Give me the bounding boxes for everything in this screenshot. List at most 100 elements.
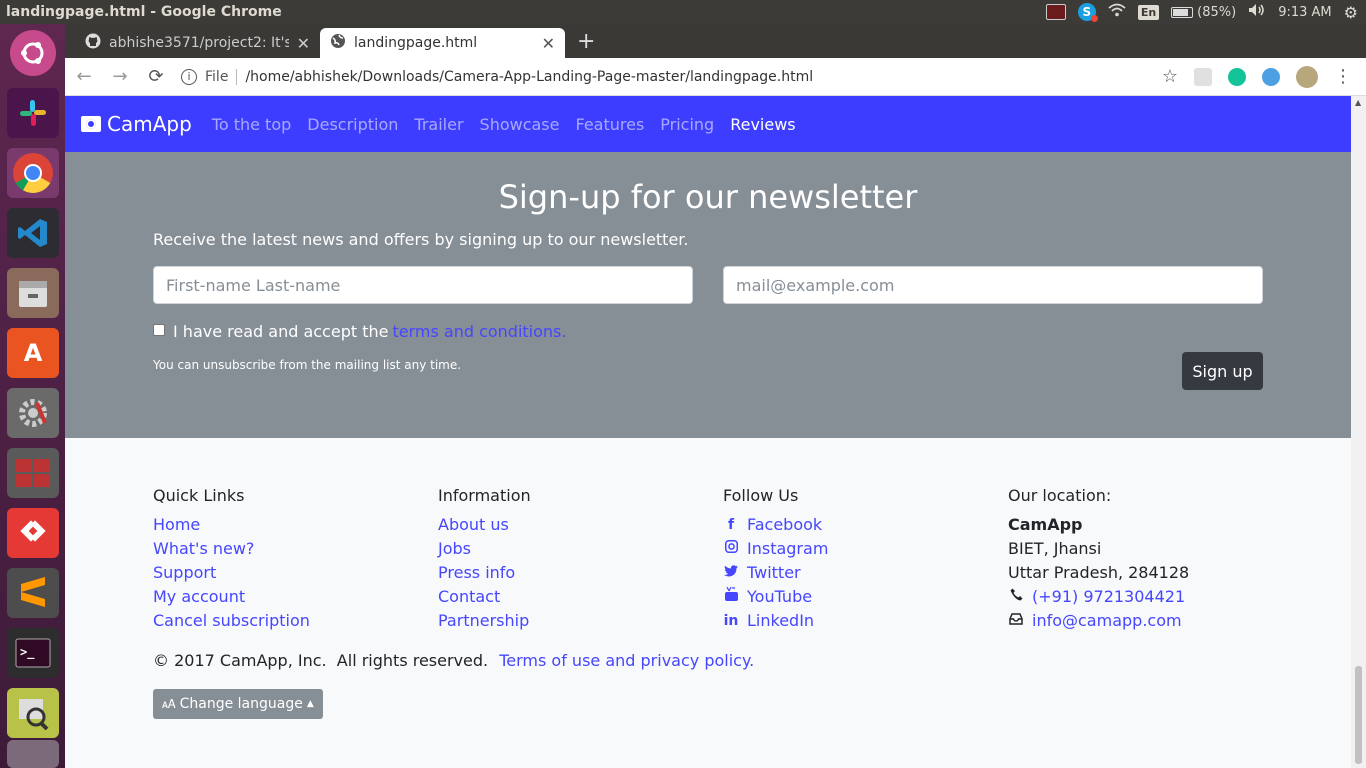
nav-link-reviews[interactable]: Reviews — [730, 115, 795, 134]
volume-icon[interactable] — [1248, 3, 1266, 21]
close-tab-icon[interactable]: ✕ — [297, 34, 310, 53]
address-line-2: Uttar Pradesh, 284128 — [1008, 563, 1190, 582]
back-button[interactable]: ← — [73, 66, 95, 87]
sublime-text-icon[interactable] — [7, 568, 59, 618]
footer-link-about-us[interactable]: About us — [438, 513, 531, 537]
footer-link-support[interactable]: Support — [153, 561, 310, 585]
keyboard-language-indicator[interactable]: En — [1137, 4, 1160, 20]
screen-recorder-icon[interactable] — [1045, 4, 1066, 20]
system-settings-icon[interactable] — [7, 388, 59, 438]
social-link-facebook[interactable]: f Facebook — [723, 513, 828, 537]
facebook-icon: f — [727, 517, 735, 533]
footer-link-cancel-subscription[interactable]: Cancel subscription — [153, 609, 310, 633]
wifi-icon[interactable] — [1108, 3, 1126, 21]
social-link-linkedin[interactable]: in LinkedIn — [723, 609, 828, 633]
forward-button[interactable]: → — [109, 66, 131, 87]
window-title: landingpage.html - Google Chrome — [6, 4, 282, 20]
nav-link-top[interactable]: To the top — [212, 115, 292, 134]
anydesk-icon[interactable] — [7, 508, 59, 558]
menu-kebab-icon[interactable]: ⋮ — [1334, 66, 1352, 87]
instagram-icon — [723, 537, 739, 561]
toolbar-right: ☆ ⋮ — [1162, 65, 1358, 88]
settings-gear-icon[interactable]: ⚙ — [1344, 3, 1358, 22]
globe-icon — [330, 33, 346, 53]
profile-avatar[interactable] — [1296, 65, 1318, 88]
footer-link-contact[interactable]: Contact — [438, 585, 531, 609]
file-manager-icon[interactable] — [7, 268, 59, 318]
clock[interactable]: 9:13 AM — [1278, 5, 1331, 20]
terminal-icon[interactable]: >_ — [7, 628, 59, 678]
footer-link-partnership[interactable]: Partnership — [438, 609, 531, 633]
camera-icon — [81, 116, 101, 132]
chrome-icon[interactable] — [7, 148, 59, 198]
system-top-panel: landingpage.html - Google Chrome S En (8… — [0, 0, 1366, 24]
image-viewer-icon[interactable] — [7, 688, 59, 738]
new-tab-button[interactable]: + — [565, 29, 605, 58]
footer-link-my-account[interactable]: My account — [153, 585, 310, 609]
tab-landingpage[interactable]: landingpage.html ✕ — [320, 28, 565, 58]
software-center-icon[interactable]: A — [7, 328, 59, 378]
url-text[interactable]: /home/abhishek/Downloads/Camera-App-Land… — [245, 69, 813, 85]
scrollbar-thumb[interactable] — [1355, 666, 1362, 764]
youtube-icon — [723, 585, 739, 609]
change-language-button[interactable]: 🗚 Change language ▲ — [153, 689, 323, 719]
browser-toolbar: ← → ⟳ i File /home/abhishek/Downloads/Ca… — [65, 58, 1366, 96]
footer-link-whats-new[interactable]: What's new? — [153, 537, 310, 561]
nav-link-description[interactable]: Description — [307, 115, 398, 134]
close-tab-icon[interactable]: ✕ — [542, 34, 555, 53]
system-tray: S En (85%) 9:13 AM ⚙ — [1045, 3, 1366, 22]
nav-link-trailer[interactable]: Trailer — [414, 115, 463, 134]
footer-link-press-info[interactable]: Press info — [438, 561, 531, 585]
brand[interactable]: CamApp — [81, 112, 192, 136]
address-bar[interactable]: i File /home/abhishek/Downloads/Camera-A… — [181, 68, 1148, 85]
email-link[interactable]: info@camapp.com — [1008, 609, 1189, 633]
address-line-1: BIET, Jhansi — [1008, 539, 1102, 558]
unity-launcher: A >_ — [0, 24, 65, 768]
reload-button[interactable]: ⟳ — [145, 66, 167, 87]
battery-icon — [1171, 6, 1194, 18]
copyright-row: © 2017 CamApp, Inc. All rights reserved.… — [153, 651, 754, 670]
nav-link-showcase[interactable]: Showcase — [480, 115, 560, 134]
bookmark-star-icon[interactable]: ☆ — [1162, 66, 1178, 87]
slack-icon[interactable] — [7, 88, 59, 138]
tab-github[interactable]: abhishe3571/project2: It's ✕ — [75, 28, 320, 58]
location-title: Our location: — [1008, 486, 1112, 505]
grammarly-icon[interactable] — [1228, 67, 1246, 86]
phone-link[interactable]: (+91) 9721304421 — [1008, 585, 1189, 609]
scroll-up-arrow-icon[interactable]: ▲ — [1355, 98, 1361, 107]
information-column: Information About us Jobs Press info Con… — [438, 486, 531, 633]
nav-link-features[interactable]: Features — [575, 115, 644, 134]
footer-link-jobs[interactable]: Jobs — [438, 537, 531, 561]
info-icon[interactable]: i — [181, 68, 197, 85]
page-scrollbar[interactable]: ▲ — [1351, 96, 1366, 768]
social-link-instagram[interactable]: Instagram — [723, 537, 828, 561]
terms-privacy-link[interactable]: Terms of use and privacy policy. — [499, 651, 754, 670]
battery-indicator[interactable]: (85%) — [1171, 5, 1236, 20]
vscode-icon[interactable] — [7, 208, 59, 258]
change-language-label: Change language — [179, 696, 303, 712]
battery-percent: (85%) — [1197, 4, 1237, 20]
ubuntu-dash-icon[interactable] — [10, 30, 56, 76]
caret-up-icon: ▲ — [306, 699, 314, 709]
trash-icon[interactable] — [7, 740, 59, 768]
terms-checkbox-row: I have read and accept the terms and con… — [153, 322, 566, 341]
skype-icon[interactable]: S — [1077, 3, 1098, 22]
social-link-twitter[interactable]: Twitter — [723, 561, 828, 585]
signup-button[interactable]: Sign up — [1182, 352, 1263, 390]
terms-checkbox[interactable] — [153, 323, 165, 336]
extension-icon[interactable] — [1262, 67, 1280, 86]
linkedin-icon: in — [723, 613, 739, 629]
unsubscribe-note: You can unsubscribe from the mailing lis… — [153, 358, 462, 372]
newsletter-section: Sign-up for our newsletter Receive the l… — [65, 152, 1351, 438]
github-icon — [85, 33, 101, 53]
social-link-youtube[interactable]: YouTube — [723, 585, 828, 609]
terms-link[interactable]: terms and conditions. — [392, 322, 566, 341]
nav-link-pricing[interactable]: Pricing — [660, 115, 714, 134]
svg-text:>_: >_ — [20, 645, 35, 660]
extension-icon[interactable] — [1194, 67, 1212, 86]
brand-name: CamApp — [107, 112, 192, 136]
email-input[interactable]: mail@example.com — [723, 266, 1263, 304]
footer-link-home[interactable]: Home — [153, 513, 310, 537]
name-input[interactable]: First-name Last-name — [153, 266, 693, 304]
workspace-switcher-icon[interactable] — [7, 448, 59, 498]
